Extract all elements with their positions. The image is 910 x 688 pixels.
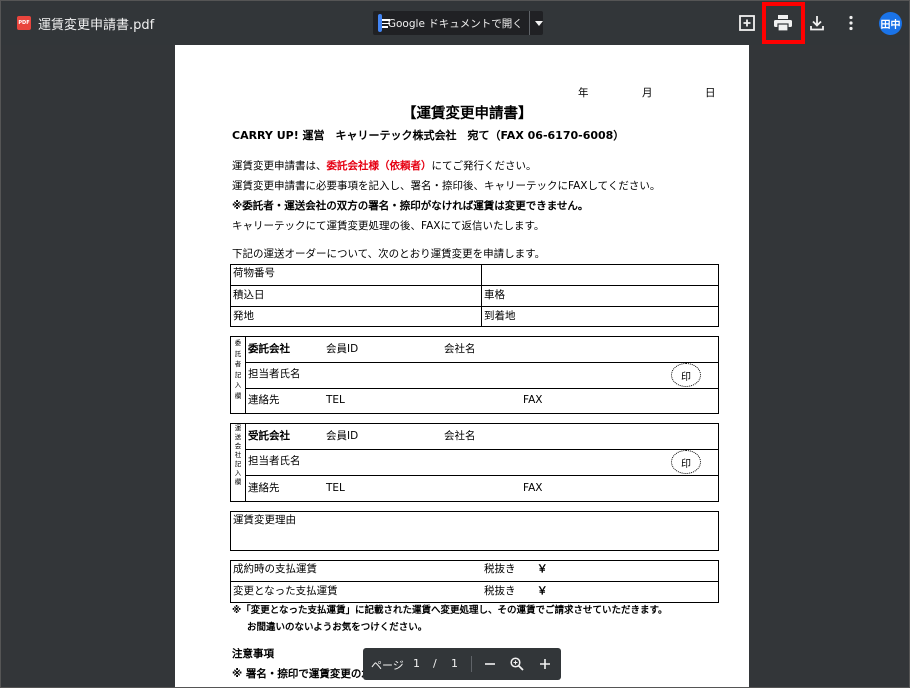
intro-line-1-emphasis: 委託会社様（依頼者） [326, 160, 432, 172]
date-month: 月 [642, 87, 653, 99]
caution-heading: 注意事項 [232, 648, 274, 660]
table-divider [245, 423, 246, 502]
fit-zoom-button[interactable] [508, 655, 526, 673]
file-name: 運賃変更申請書.pdf [38, 18, 155, 33]
intro-line-2: 運賃変更申請書に必要事項を記入し、署名・捺印後、キャリーテックにFAXしてくださ… [232, 180, 661, 192]
changed-fare-label: 変更となった支払運賃 [233, 585, 338, 597]
carrier-contact-label: 連絡先 [248, 482, 280, 494]
download-button[interactable] [803, 9, 831, 37]
open-with-label: Google ドキュメントで開く [387, 17, 523, 30]
current-page-input[interactable]: 1 [413, 657, 420, 670]
addressee: CARRY UP! 運営 キャリーテック株式会社 宛て（FAX 06-6170-… [232, 129, 625, 142]
load-date-label: 積込日 [233, 289, 265, 301]
consignor-contact-label: 連絡先 [248, 394, 280, 406]
carrier-company-label: 受託会社 [248, 430, 290, 442]
plus-icon [540, 659, 550, 669]
chevron-down-icon[interactable] [535, 20, 543, 26]
contract-fare-tax-label: 税抜き [484, 563, 516, 575]
page-separator: / [433, 657, 437, 670]
fare-note-2: お間違いのないようお気をつけください。 [247, 622, 428, 633]
carrier-person-label: 担当者氏名 [248, 455, 301, 467]
consignor-company-name-label: 会社名 [444, 343, 476, 355]
download-icon [810, 16, 824, 31]
changed-fare-yen: ￥ [537, 585, 548, 597]
intro-line-1-a: 運賃変更申請書は、 [232, 160, 327, 172]
zoom-out-button[interactable] [481, 655, 499, 673]
add-comment-button[interactable] [733, 9, 761, 37]
consignor-company-label: 委託会社 [248, 343, 290, 355]
table-divider [245, 388, 719, 389]
total-pages: 1 [451, 657, 458, 670]
carrier-side-label: 運送会社記入欄 [234, 424, 242, 486]
date-day: 日 [705, 87, 716, 99]
zoom-in-button[interactable] [536, 655, 554, 673]
vehicle-class-label: 車格 [484, 289, 505, 301]
pdf-file-icon: PDF [17, 16, 31, 30]
carrier-seal-mark: 印 [671, 450, 701, 474]
page-zoom-bar: ページ 1 / 1 [363, 648, 561, 680]
table-divider [481, 264, 482, 327]
consignor-person-label: 担当者氏名 [248, 368, 301, 380]
avatar[interactable]: 田中 [879, 12, 902, 35]
pdf-page: 年 月 日 【運賃変更申請書】 CARRY UP! 運営 キャリーテック株式会社… [175, 45, 749, 687]
carrier-fax-label: FAX [523, 482, 543, 494]
fare-note: ※「変更となった支払運賃」に記載された運賃へ変更処理し、その運賃でご請求させてい… [232, 605, 668, 616]
contract-fare-yen: ￥ [537, 563, 548, 575]
viewer-toolbar: PDF 運賃変更申請書.pdf Google ドキュメントで開く 田中 [1, 1, 909, 45]
google-docs-icon [378, 14, 390, 32]
change-reason-box [230, 511, 719, 551]
consignor-seal-mark: 印 [671, 363, 701, 387]
changed-fare-tax-label: 税抜き [484, 585, 516, 597]
change-reason-label: 運賃変更理由 [233, 514, 296, 526]
open-with-google-docs-button[interactable]: Google ドキュメントで開く [373, 11, 543, 35]
lead-sentence: 下記の運送オーダーについて、次のとおり運賃変更を申請します。 [232, 248, 546, 260]
zoom-magnifier-icon [510, 657, 524, 671]
minus-icon [485, 663, 495, 665]
contract-fare-label: 成約時の支払運賃 [233, 563, 317, 575]
more-vert-icon [849, 15, 853, 31]
pdf-viewer-window: PDF 運賃変更申請書.pdf Google ドキュメントで開く 田中 年 月 … [0, 0, 910, 688]
table-divider [230, 581, 719, 582]
intro-line-1: 運賃変更申請書は、委託会社様（依頼者）にてご発行ください。 [232, 160, 537, 173]
table-divider [245, 475, 719, 476]
table-divider [245, 336, 246, 414]
print-button-highlight [762, 2, 805, 44]
table-divider [230, 285, 719, 286]
consignor-side-label: 委託者記入欄 [234, 339, 242, 400]
consignor-tel-label: TEL [326, 394, 345, 406]
order-info-table [230, 264, 719, 327]
carrier-tel-label: TEL [326, 482, 345, 494]
zoom-divider [471, 656, 472, 672]
more-options-button[interactable] [837, 9, 865, 37]
consignor-fax-label: FAX [523, 394, 543, 406]
cargo-number-label: 荷物番号 [233, 267, 275, 279]
add-comment-icon [739, 15, 755, 31]
consignor-member-id-label: 会員ID [326, 343, 359, 355]
table-divider [245, 449, 719, 450]
date-year: 年 [578, 87, 589, 99]
carrier-member-id-label: 会員ID [326, 430, 359, 442]
table-divider [230, 306, 719, 307]
intro-line-1-b: にてご発行ください。 [431, 160, 537, 172]
origin-label: 発地 [233, 310, 254, 322]
intro-line-4: キャリーテックにて運賃変更処理の後、FAXにて返信いたします。 [232, 220, 545, 232]
document-title: 【運賃変更申請書】 [402, 106, 533, 122]
carrier-company-name-label: 会社名 [444, 430, 476, 442]
table-divider [245, 362, 719, 363]
destination-label: 到着地 [484, 310, 516, 322]
intro-line-3: ※委託者・運送会社の双方の署名・捺印がなければ運賃は変更できません。 [232, 200, 589, 212]
page-label: ページ [371, 659, 404, 672]
